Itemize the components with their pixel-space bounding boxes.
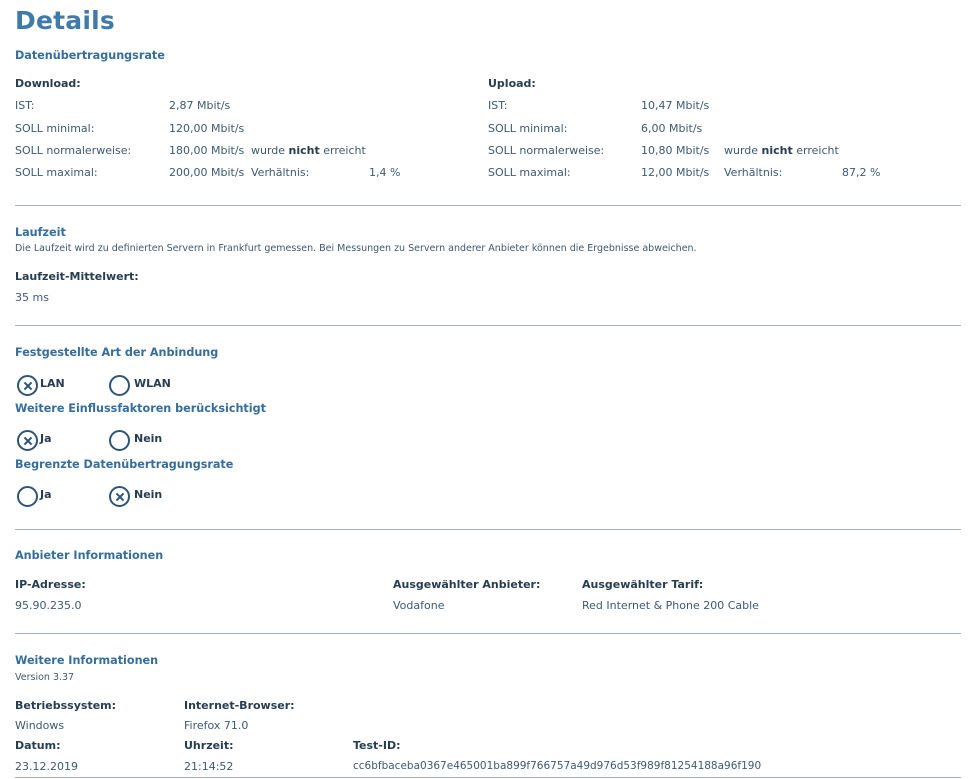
upload-max-value: 12,00 Mbit/s <box>641 166 710 179</box>
radio-lan[interactable] <box>17 375 38 396</box>
download-max-value: 200,00 Mbit/s <box>169 166 245 179</box>
time-value: 21:14:52 <box>184 760 234 773</box>
testid-label: Test-ID: <box>353 739 401 752</box>
date-label: Datum: <box>15 739 61 752</box>
download-max-label: SOLL maximal: <box>15 166 98 179</box>
ip-value: 95.90.235.0 <box>15 599 82 612</box>
upload-ratio-label: Verhältnis: <box>724 166 783 179</box>
upload-status: wurde nicht erreicht <box>724 144 839 157</box>
radio-limited-no-label: Nein <box>134 488 163 501</box>
download-min-label: SOLL minimal: <box>15 122 95 135</box>
transfer-rate-heading: Datenübertragungsrate <box>15 49 165 62</box>
radio-wlan-label: WLAN <box>134 377 171 390</box>
latency-heading: Laufzeit <box>15 226 66 239</box>
upload-status-bold: nicht <box>761 144 793 157</box>
divider <box>15 633 961 634</box>
upload-status-post: erreicht <box>792 144 839 157</box>
upload-normal-value: 10,80 Mbit/s <box>641 144 710 157</box>
download-min-value: 120,00 Mbit/s <box>169 122 245 135</box>
time-label: Uhrzeit: <box>184 739 234 752</box>
radio-influences-yes[interactable] <box>17 430 38 451</box>
radio-influences-no-label: Nein <box>134 432 163 445</box>
radio-lan-label: LAN <box>40 377 65 390</box>
download-ratio-label: Verhältnis: <box>251 166 310 179</box>
upload-normal-label: SOLL normalerweise: <box>488 144 605 157</box>
upload-min-label: SOLL minimal: <box>488 122 568 135</box>
upload-ist-value: 10,47 Mbit/s <box>641 99 710 112</box>
download-ist-value: 2,87 Mbit/s <box>169 99 231 112</box>
page-title: Details <box>15 6 115 35</box>
download-ist-label: IST: <box>15 99 35 112</box>
tariff-value: Red Internet & Phone 200 Cable <box>582 599 759 612</box>
version-text: Version 3.37 <box>15 672 75 683</box>
tariff-label: Ausgewählter Tarif: <box>582 578 704 591</box>
upload-heading: Upload: <box>488 77 536 90</box>
radio-influences-no[interactable] <box>109 430 130 451</box>
latency-mean-label: Laufzeit-Mittelwert: <box>15 270 139 283</box>
browser-label: Internet-Browser: <box>184 699 295 712</box>
divider <box>15 529 961 530</box>
os-value: Windows <box>15 719 65 732</box>
ip-label: IP-Adresse: <box>15 578 86 591</box>
limited-rate-heading: Begrenzte Datenübertragungsrate <box>15 458 234 471</box>
download-heading: Download: <box>15 77 81 90</box>
upload-ist-label: IST: <box>488 99 508 112</box>
provider-label: Ausgewählter Anbieter: <box>393 578 541 591</box>
influences-heading: Weitere Einflussfaktoren berücksichtigt <box>15 402 266 415</box>
download-normal-value: 180,00 Mbit/s <box>169 144 245 157</box>
radio-wlan[interactable] <box>109 375 130 396</box>
browser-value: Firefox 71.0 <box>184 719 249 732</box>
divider <box>15 205 961 206</box>
download-status-post: erreicht <box>319 144 366 157</box>
divider <box>15 777 961 778</box>
provider-heading: Anbieter Informationen <box>15 549 164 562</box>
os-label: Betriebssystem: <box>15 699 117 712</box>
download-ratio-value: 1,4 % <box>369 166 401 179</box>
download-status: wurde nicht erreicht <box>251 144 366 157</box>
latency-mean-value: 35 ms <box>15 291 49 304</box>
upload-ratio-value: 87,2 % <box>842 166 881 179</box>
download-status-pre: wurde <box>251 144 289 157</box>
latency-description: Die Laufzeit wird zu definierten Servern… <box>15 243 697 254</box>
divider <box>15 325 961 326</box>
radio-limited-yes[interactable] <box>17 486 38 507</box>
provider-value: Vodafone <box>393 599 445 612</box>
radio-influences-yes-label: Ja <box>40 432 52 445</box>
radio-limited-yes-label: Ja <box>40 488 52 501</box>
download-normal-label: SOLL normalerweise: <box>15 144 132 157</box>
download-status-bold: nicht <box>288 144 320 157</box>
more-info-heading: Weitere Informationen <box>15 654 159 667</box>
upload-max-label: SOLL maximal: <box>488 166 571 179</box>
connection-heading: Festgestellte Art der Anbindung <box>15 346 219 359</box>
testid-value: cc6bfbaceba0367e465001ba899f766757a49d97… <box>353 760 762 772</box>
radio-limited-no[interactable] <box>109 486 130 507</box>
upload-status-pre: wurde <box>724 144 762 157</box>
upload-min-value: 6,00 Mbit/s <box>641 122 703 135</box>
date-value: 23.12.2019 <box>15 760 78 773</box>
